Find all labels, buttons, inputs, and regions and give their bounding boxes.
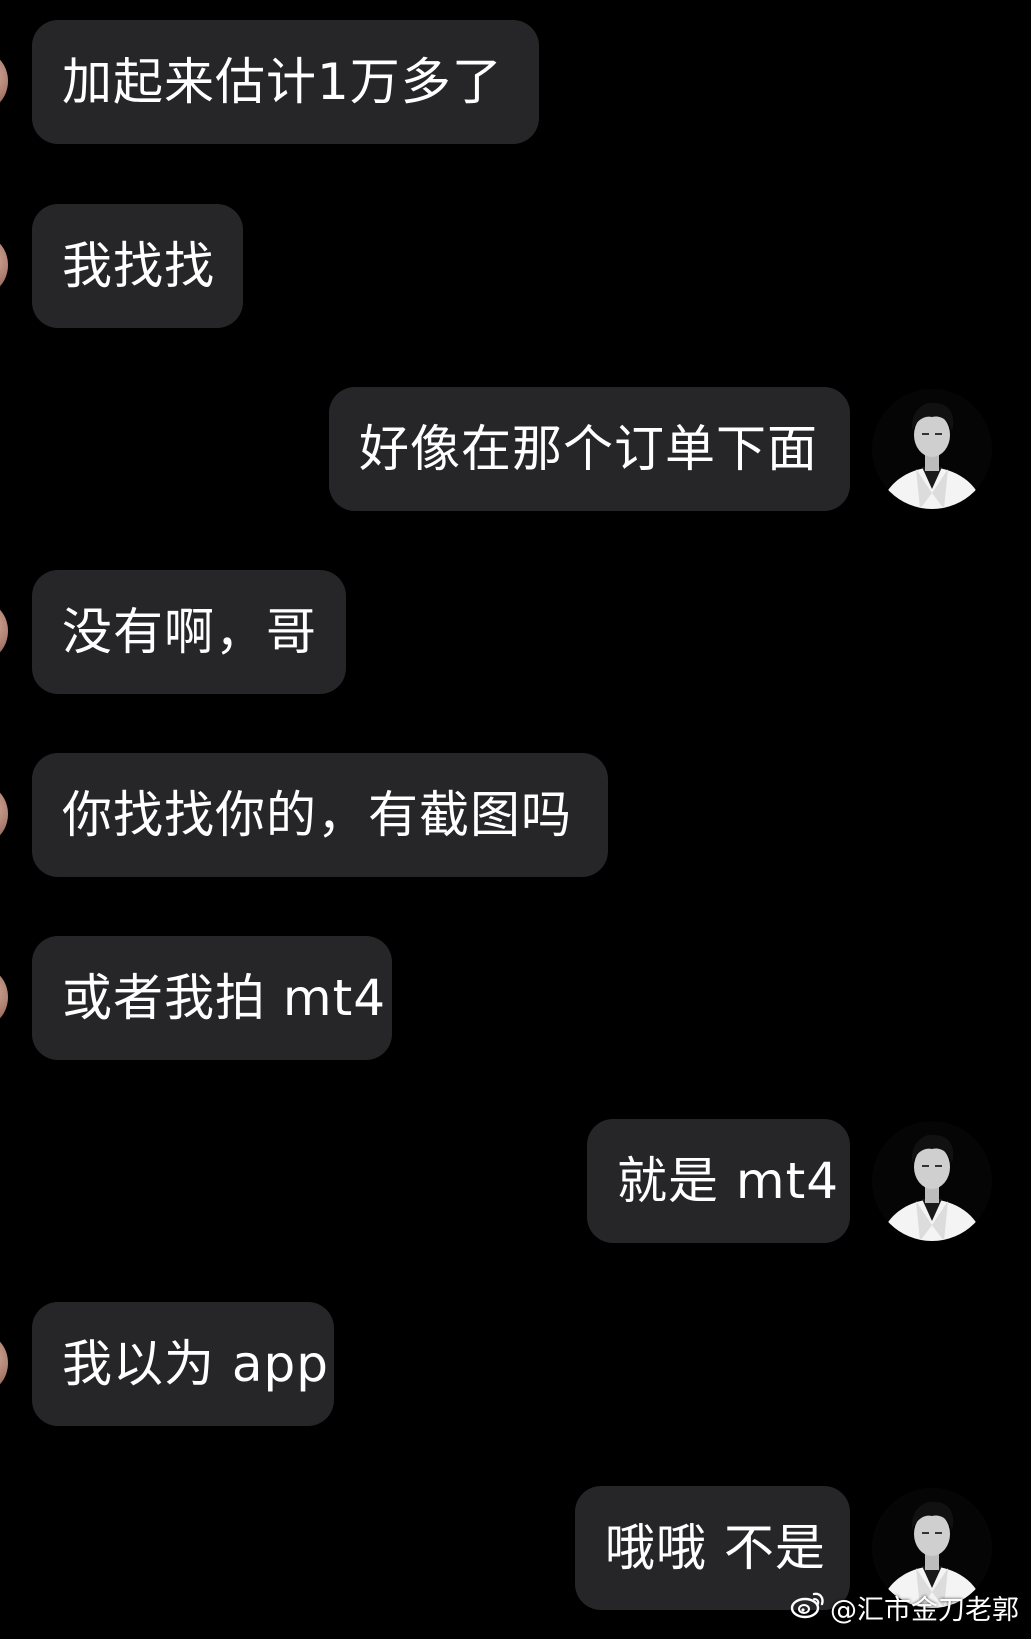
message-row-incoming: 或者我拍 mt4 xyxy=(0,936,1031,1060)
contact-avatar[interactable] xyxy=(0,968,8,1026)
weibo-watermark: @汇市金刀老郭 xyxy=(790,1587,1019,1627)
message-row-incoming: 你找找你的，有截图吗 xyxy=(0,753,1031,877)
contact-avatar[interactable] xyxy=(0,602,8,660)
weibo-icon xyxy=(790,1589,826,1626)
my-avatar[interactable] xyxy=(872,389,992,509)
message-bubble[interactable]: 加起来估计1万多了 xyxy=(32,20,539,144)
my-avatar[interactable] xyxy=(872,1121,992,1241)
message-row-incoming: 我找找 xyxy=(0,204,1031,328)
message-bubble[interactable]: 你找找你的，有截图吗 xyxy=(32,753,608,877)
message-bubble[interactable]: 就是 mt4 xyxy=(587,1119,850,1243)
message-row-outgoing: 就是 mt4 xyxy=(0,1119,1031,1243)
message-bubble[interactable]: 或者我拍 mt4 xyxy=(32,936,392,1060)
message-row-incoming: 我以为 app xyxy=(0,1302,1031,1426)
contact-avatar[interactable] xyxy=(0,52,8,110)
message-bubble[interactable]: 我以为 app xyxy=(32,1302,334,1426)
message-bubble[interactable]: 没有啊，哥 xyxy=(32,570,346,694)
contact-avatar[interactable] xyxy=(0,236,8,294)
message-bubble[interactable]: 我找找 xyxy=(32,204,243,328)
message-row-incoming: 加起来估计1万多了 xyxy=(0,20,1031,144)
contact-avatar[interactable] xyxy=(0,785,8,843)
watermark-text: @汇市金刀老郭 xyxy=(830,1594,1019,1626)
message-row-outgoing: 好像在那个订单下面 xyxy=(0,387,1031,511)
contact-avatar[interactable] xyxy=(0,1334,8,1392)
message-bubble[interactable]: 好像在那个订单下面 xyxy=(329,387,850,511)
message-row-incoming: 没有啊，哥 xyxy=(0,570,1031,694)
